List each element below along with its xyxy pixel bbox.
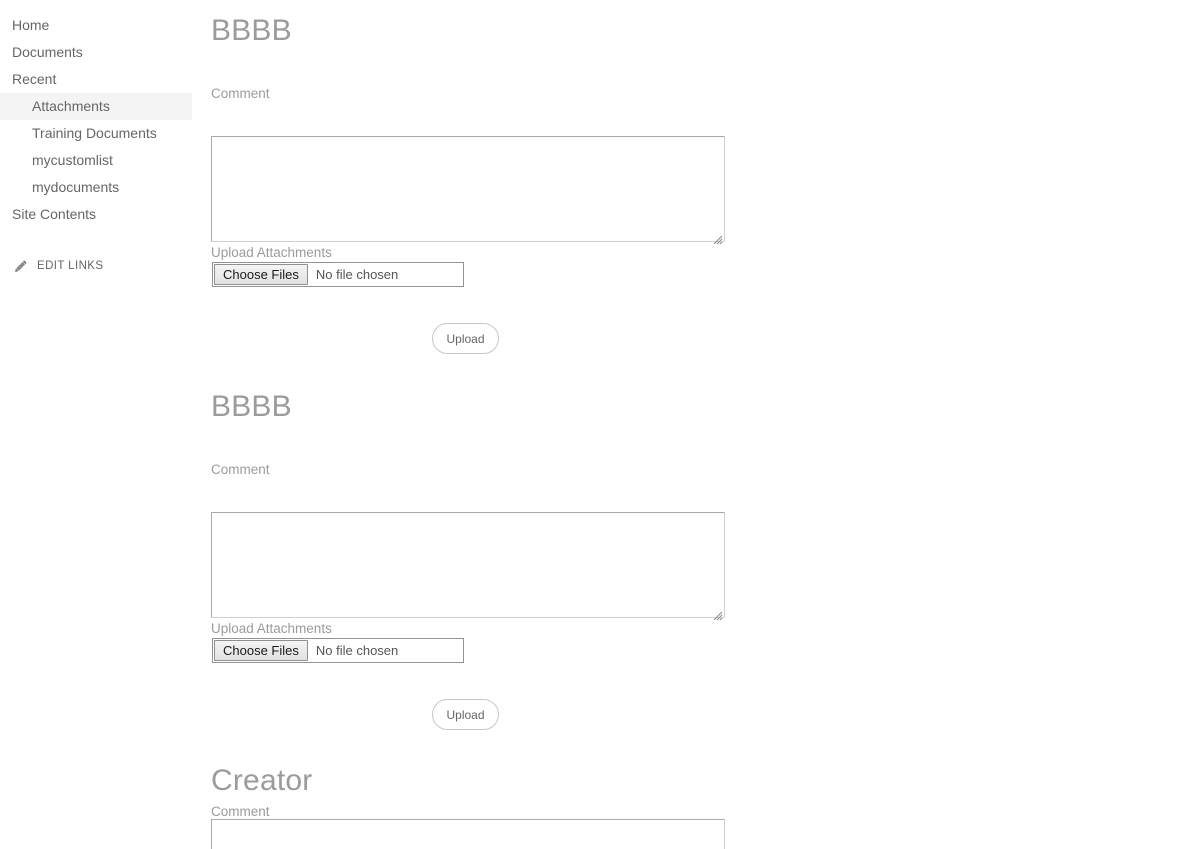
section-title: Creator xyxy=(211,764,313,797)
sidebar-item-label: Training Documents xyxy=(32,125,157,141)
sidebar: Home Documents Recent Attachments Traini… xyxy=(0,0,192,849)
file-upload-input[interactable]: Choose Files No file chosen xyxy=(212,638,464,663)
upload-attachments-label: Upload Attachments xyxy=(211,621,332,636)
sidebar-item-label: Documents xyxy=(12,44,83,60)
file-upload-input[interactable]: Choose Files No file chosen xyxy=(212,262,464,287)
comment-input[interactable] xyxy=(211,136,725,242)
comment-label: Comment xyxy=(211,86,270,101)
comment-field-wrapper xyxy=(211,512,725,623)
page-root: Home Documents Recent Attachments Traini… xyxy=(0,0,1197,849)
comment-input[interactable] xyxy=(211,512,725,618)
upload-attachments-label: Upload Attachments xyxy=(211,245,332,260)
sidebar-item-label: Site Contents xyxy=(12,206,97,222)
sidebar-item-label: mycustomlist xyxy=(32,152,113,168)
upload-button[interactable]: Upload xyxy=(432,323,499,354)
file-status-text: No file chosen xyxy=(315,267,399,282)
sidebar-item-label: Recent xyxy=(12,71,57,87)
sidebar-item-attachments[interactable]: Attachments xyxy=(0,93,192,120)
section-title: BBBB xyxy=(211,390,292,423)
sidebar-item-training-documents[interactable]: Training Documents xyxy=(0,120,192,147)
comment-label: Comment xyxy=(211,462,270,477)
sidebar-item-home[interactable]: Home xyxy=(0,12,192,39)
sidebar-item-label: Attachments xyxy=(32,98,110,114)
choose-files-button[interactable]: Choose Files xyxy=(214,640,308,661)
sidebar-item-mydocuments[interactable]: mydocuments xyxy=(0,174,192,201)
sidebar-item-site-contents[interactable]: Site Contents xyxy=(0,201,192,228)
main-content: BBBB Comment Upload Attachments Choose F… xyxy=(211,0,1197,849)
comment-label: Comment xyxy=(211,804,270,819)
comment-field-wrapper xyxy=(211,819,725,849)
comment-field-wrapper xyxy=(211,136,725,247)
sidebar-item-recent[interactable]: Recent xyxy=(0,66,192,93)
sidebar-item-label: mydocuments xyxy=(32,179,120,195)
edit-links-label: EDIT LINKS xyxy=(37,260,104,272)
upload-button[interactable]: Upload xyxy=(432,699,499,730)
section-title: BBBB xyxy=(211,14,292,47)
sidebar-item-mycustomlist[interactable]: mycustomlist xyxy=(0,147,192,174)
comment-input[interactable] xyxy=(211,819,725,849)
pencil-icon xyxy=(14,259,28,273)
choose-files-button[interactable]: Choose Files xyxy=(214,264,308,285)
sidebar-item-label: Home xyxy=(12,17,50,33)
edit-links-button[interactable]: EDIT LINKS xyxy=(0,255,192,277)
sidebar-item-documents[interactable]: Documents xyxy=(0,39,192,66)
file-status-text: No file chosen xyxy=(315,643,399,658)
